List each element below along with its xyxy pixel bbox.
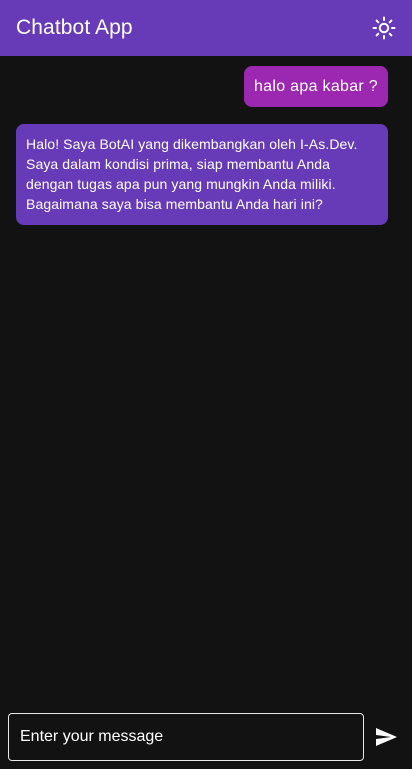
app-title: Chatbot App xyxy=(16,16,133,39)
message-list[interactable]: halo apa kabar ? Halo! Saya BotAI yang d… xyxy=(0,56,412,706)
sun-icon xyxy=(372,16,396,40)
chat-screen: Chatbot App halo apa kabar ? Halo! Saya … xyxy=(0,0,412,769)
user-message-bubble: halo apa kabar ? xyxy=(243,66,388,107)
bot-message-bubble: Halo! Saya BotAI yang dikembangkan oleh … xyxy=(16,124,388,225)
send-button[interactable] xyxy=(366,713,406,761)
message-input[interactable] xyxy=(8,713,364,761)
send-icon xyxy=(376,728,397,746)
app-bar: Chatbot App xyxy=(0,0,412,56)
theme-toggle-button[interactable] xyxy=(364,8,404,48)
message-composer xyxy=(0,706,412,769)
